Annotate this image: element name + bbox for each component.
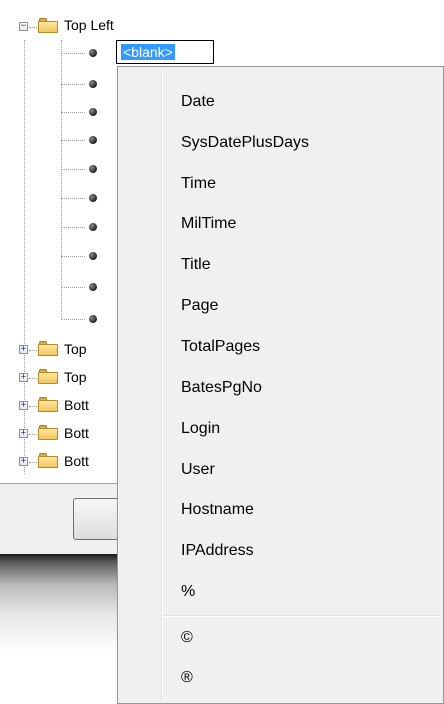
tree-node-label[interactable]: Top — [64, 369, 87, 385]
tree-node-label[interactable]: Bott — [64, 453, 89, 469]
context-menu: Date SysDatePlusDays Time MilTime Title … — [117, 66, 444, 704]
menu-item-label: Date — [181, 93, 215, 110]
folder-icon — [38, 369, 58, 384]
expand-toggle[interactable]: + — [19, 401, 28, 410]
expand-toggle[interactable]: + — [19, 429, 28, 438]
menu-item-label: MilTime — [181, 215, 237, 232]
tree-connector — [61, 287, 85, 288]
bullet-icon — [89, 223, 97, 231]
menu-item-login[interactable]: Login — [120, 410, 441, 448]
tree-node-label[interactable]: Top — [64, 341, 87, 357]
folder-icon — [38, 425, 58, 440]
tree-connector — [61, 84, 85, 85]
tree-connector — [61, 169, 85, 170]
menu-item-label: © — [181, 629, 193, 646]
tree-node-label[interactable]: Bott — [64, 397, 89, 413]
menu-item-label: Page — [181, 297, 219, 314]
menu-item-label: Time — [181, 175, 216, 192]
tree-connector — [29, 350, 37, 351]
bullet-icon — [89, 194, 97, 202]
bullet-icon — [89, 252, 97, 260]
tree-connector — [61, 227, 85, 228]
menu-item-label: % — [181, 583, 196, 600]
tree-connector — [29, 406, 37, 407]
menu-item-totalpages[interactable]: TotalPages — [120, 328, 441, 366]
folder-icon — [38, 453, 58, 468]
bullet-icon — [89, 108, 97, 116]
tree-connector — [61, 53, 85, 54]
tree-connector — [61, 319, 85, 320]
menu-item-label: Title — [181, 256, 211, 273]
menu-item-label: BatesPgNo — [181, 379, 262, 396]
menu-item-label: SysDatePlusDays — [181, 134, 310, 151]
tree-connector — [61, 140, 85, 141]
folder-icon — [38, 18, 58, 33]
menu-item-user[interactable]: User — [120, 451, 441, 489]
bullet-icon — [89, 80, 97, 88]
tree-connector — [29, 27, 37, 28]
folder-icon — [38, 341, 58, 356]
tree-connector — [61, 256, 85, 257]
tree-connector — [61, 198, 85, 199]
expand-toggle[interactable]: + — [19, 345, 28, 354]
menu-separator — [163, 615, 441, 617]
bullet-icon — [89, 283, 97, 291]
menu-item-label: Hostname — [181, 501, 254, 518]
menu-item-registered[interactable]: ® — [120, 659, 441, 697]
menu-item-title[interactable]: Title — [120, 246, 441, 284]
menu-item-sysdateplusdays[interactable]: SysDatePlusDays — [120, 124, 441, 162]
menu-item-page[interactable]: Page — [120, 287, 441, 325]
tree-node-label[interactable]: Top Left — [64, 17, 114, 33]
bullet-icon — [89, 49, 97, 57]
tree-connector — [29, 434, 37, 435]
menu-item-ipaddress[interactable]: IPAddress — [120, 532, 441, 570]
menu-item-batespgno[interactable]: BatesPgNo — [120, 369, 441, 407]
menu-item-copyright[interactable]: © — [120, 619, 441, 657]
menu-item-hostname[interactable]: Hostname — [120, 491, 441, 529]
bullet-icon — [89, 136, 97, 144]
tree-connector — [61, 112, 85, 113]
tree-node-label[interactable]: Bott — [64, 425, 89, 441]
menu-item-percent[interactable]: % — [120, 573, 441, 611]
bullet-icon — [89, 315, 97, 323]
bullet-icon — [89, 165, 97, 173]
menu-item-label: IPAddress — [181, 542, 254, 559]
expand-toggle[interactable]: + — [19, 373, 28, 382]
node-edit-field[interactable]: <blank> — [116, 40, 214, 64]
tree-connector — [29, 378, 37, 379]
folder-icon — [38, 397, 58, 412]
tree-connector — [61, 40, 62, 320]
menu-item-label: Login — [181, 420, 221, 437]
expand-toggle[interactable]: + — [19, 457, 28, 466]
menu-item-label: TotalPages — [181, 338, 261, 355]
menu-item-miltime[interactable]: MilTime — [120, 205, 441, 243]
selected-edit-text[interactable]: <blank> — [121, 44, 175, 60]
menu-item-label: ® — [181, 669, 193, 686]
menu-item-date[interactable]: Date — [120, 83, 441, 121]
menu-item-time[interactable]: Time — [120, 165, 441, 203]
tree-connector — [29, 462, 37, 463]
collapse-toggle[interactable]: − — [19, 22, 28, 31]
menu-item-label: User — [181, 461, 215, 478]
